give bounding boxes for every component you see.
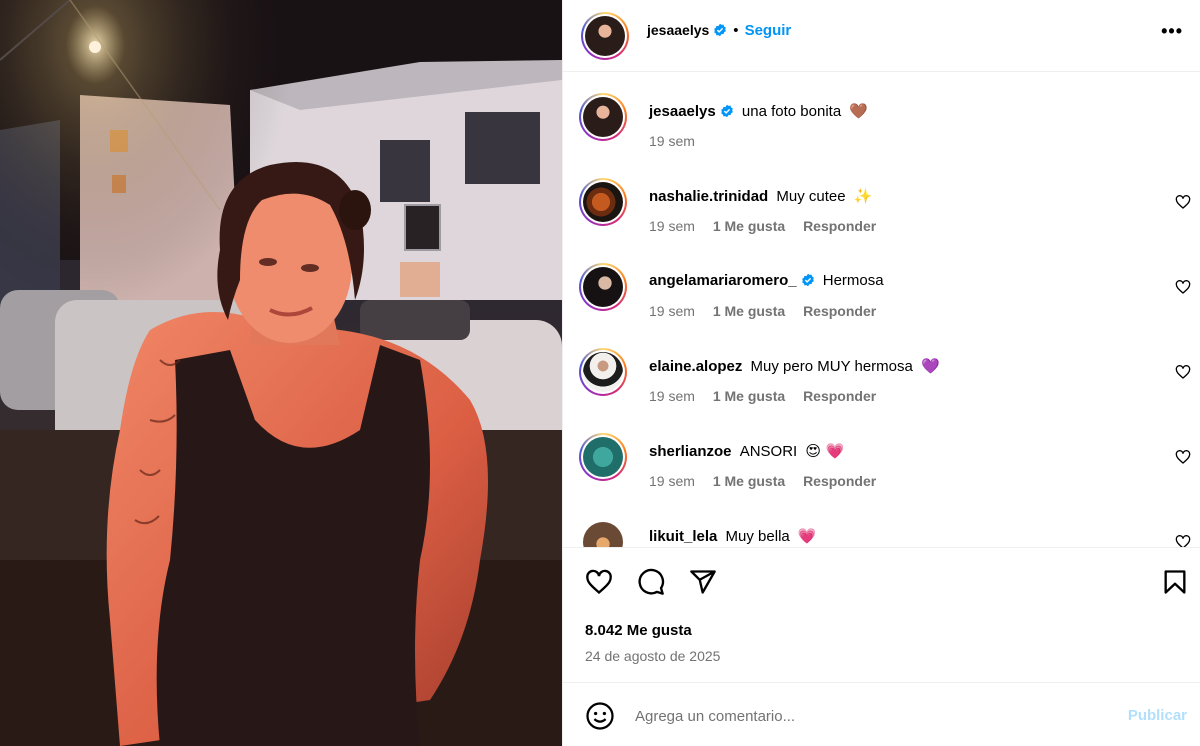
- comment-avatar-image: [583, 522, 623, 547]
- comment-item: sherlianzoe ANSORI 😍 💗 19 sem 1 Me gusta…: [563, 419, 1200, 505]
- post-photo[interactable]: [0, 0, 562, 746]
- comment-meta: 19 sem 1 Me gusta Responder: [649, 388, 890, 404]
- comment-username[interactable]: likuit_lela: [649, 528, 717, 545]
- author-username[interactable]: jesaaelys: [647, 22, 709, 38]
- comment-username[interactable]: elaine.alopez: [649, 358, 742, 375]
- post-modal: jesaaelys • Seguir ••• jesaaelys una foto …: [0, 0, 1200, 746]
- comment-item: angelamariaromero_ Hermosa 19 sem 1 Me g…: [563, 249, 1200, 335]
- comment-emoji: ✨: [853, 187, 873, 205]
- comment-meta: 19 sem 1 Me gusta Responder: [649, 218, 890, 234]
- comment-emoji: 💜: [921, 357, 940, 375]
- comment-heart-icon[interactable]: [1175, 364, 1191, 380]
- caption-avatar[interactable]: [579, 93, 627, 141]
- caption-body: jesaaelys una foto bonita 🤎: [649, 101, 1161, 122]
- comment-avatar-image: [583, 267, 623, 307]
- comment-text: Muy pero MUY hermosa: [750, 358, 913, 375]
- follow-button[interactable]: Seguir: [745, 22, 792, 39]
- comment-heart-icon[interactable]: [1175, 534, 1191, 547]
- reply-button[interactable]: Responder: [803, 218, 876, 234]
- separator-dot: •: [733, 22, 739, 39]
- comment-text: ANSORI: [739, 443, 798, 460]
- comment-heart-icon[interactable]: [1175, 194, 1191, 210]
- publish-button[interactable]: Publicar: [1128, 707, 1187, 724]
- comment-body: angelamariaromero_ Hermosa: [649, 271, 1161, 291]
- comment-avatar[interactable]: [579, 518, 627, 547]
- caption-meta: 19 sem: [649, 133, 709, 149]
- more-options-icon[interactable]: •••: [1161, 22, 1183, 40]
- comment-item: nashalie.trinidad Muy cutee ✨ 19 sem 1 M…: [563, 164, 1200, 250]
- author-line: jesaaelys • Seguir: [647, 22, 791, 39]
- comment-text: Muy bella: [725, 528, 790, 545]
- comment-body: likuit_lela Muy bella 💗: [649, 526, 1161, 547]
- caption-avatar-image: [583, 97, 623, 137]
- comment-heart-icon[interactable]: [1175, 449, 1191, 465]
- bookmark-icon[interactable]: [1161, 568, 1189, 596]
- verified-badge-icon: [801, 273, 814, 287]
- night-street-photo: [0, 0, 562, 746]
- comment-input[interactable]: [635, 703, 1075, 729]
- post-header: jesaaelys • Seguir •••: [563, 0, 1200, 72]
- smiley-icon[interactable]: [585, 701, 615, 731]
- post-caption: jesaaelys una foto bonita 🤎 19 sem: [563, 79, 1200, 165]
- verified-badge-icon: [720, 104, 733, 118]
- comment-time[interactable]: 19 sem: [649, 303, 695, 319]
- caption-text: una foto bonita: [741, 103, 842, 120]
- verified-badge-icon: [714, 23, 727, 37]
- comment-body: nashalie.trinidad Muy cutee ✨: [649, 186, 1161, 207]
- caption-emoji: 🤎: [849, 102, 869, 120]
- add-comment-bar: Publicar: [563, 682, 1200, 746]
- comment-avatar[interactable]: [579, 433, 627, 481]
- comment-avatar-image: [583, 352, 623, 392]
- comment-body: sherlianzoe ANSORI 😍 💗: [649, 441, 1161, 462]
- post-date: 24 de agosto de 2025: [585, 648, 721, 664]
- comment-avatar[interactable]: [579, 178, 627, 226]
- comment-time[interactable]: 19 sem: [649, 218, 695, 234]
- comment-likes[interactable]: 1 Me gusta: [713, 473, 785, 489]
- comment-username[interactable]: nashalie.trinidad: [649, 188, 768, 205]
- share-icon[interactable]: [689, 568, 717, 596]
- post-details-panel: jesaaelys • Seguir ••• jesaaelys una foto …: [562, 0, 1200, 746]
- author-avatar-image: [585, 16, 625, 56]
- comment-time[interactable]: 19 sem: [649, 388, 695, 404]
- comment-heart-icon[interactable]: [1175, 279, 1191, 295]
- comments-list[interactable]: jesaaelys una foto bonita 🤎 19 sem nasha…: [563, 73, 1200, 547]
- comment-username[interactable]: angelamariaromero_: [649, 272, 797, 289]
- comment-item: elaine.alopez Muy pero MUY hermosa 💜 19 …: [563, 334, 1200, 420]
- comment-likes[interactable]: 1 Me gusta: [713, 218, 785, 234]
- comment-avatar-image: [583, 182, 623, 222]
- author-avatar[interactable]: [581, 12, 629, 60]
- comment-body: elaine.alopez Muy pero MUY hermosa 💜: [649, 356, 1161, 377]
- reply-button[interactable]: Responder: [803, 473, 876, 489]
- comment-emoji: 😍 💗: [805, 442, 845, 460]
- comment-likes[interactable]: 1 Me gusta: [713, 303, 785, 319]
- comment-username[interactable]: sherlianzoe: [649, 443, 732, 460]
- reply-button[interactable]: Responder: [803, 303, 876, 319]
- comment-avatar[interactable]: [579, 263, 627, 311]
- comment-meta: 19 sem 1 Me gusta Responder: [649, 473, 890, 489]
- comment-avatar[interactable]: [579, 348, 627, 396]
- comment-likes[interactable]: 1 Me gusta: [713, 388, 785, 404]
- caption-username[interactable]: jesaaelys: [649, 103, 716, 120]
- comment-avatar-image: [583, 437, 623, 477]
- comment-time[interactable]: 19 sem: [649, 473, 695, 489]
- comment-text: Hermosa: [822, 272, 884, 289]
- comment-meta: 19 sem 1 Me gusta Responder: [649, 303, 890, 319]
- comment-text: Muy cutee: [776, 188, 846, 205]
- comment-emoji: 💗: [797, 527, 817, 545]
- reply-button[interactable]: Responder: [803, 388, 876, 404]
- heart-icon[interactable]: [585, 568, 613, 596]
- comment-item: likuit_lela Muy bella 💗: [563, 504, 1200, 547]
- caption-time[interactable]: 19 sem: [649, 133, 695, 149]
- likes-count[interactable]: 8.042 Me gusta: [585, 622, 692, 639]
- comment-icon[interactable]: [637, 568, 665, 596]
- post-actions: 8.042 Me gusta 24 de agosto de 2025: [563, 547, 1200, 682]
